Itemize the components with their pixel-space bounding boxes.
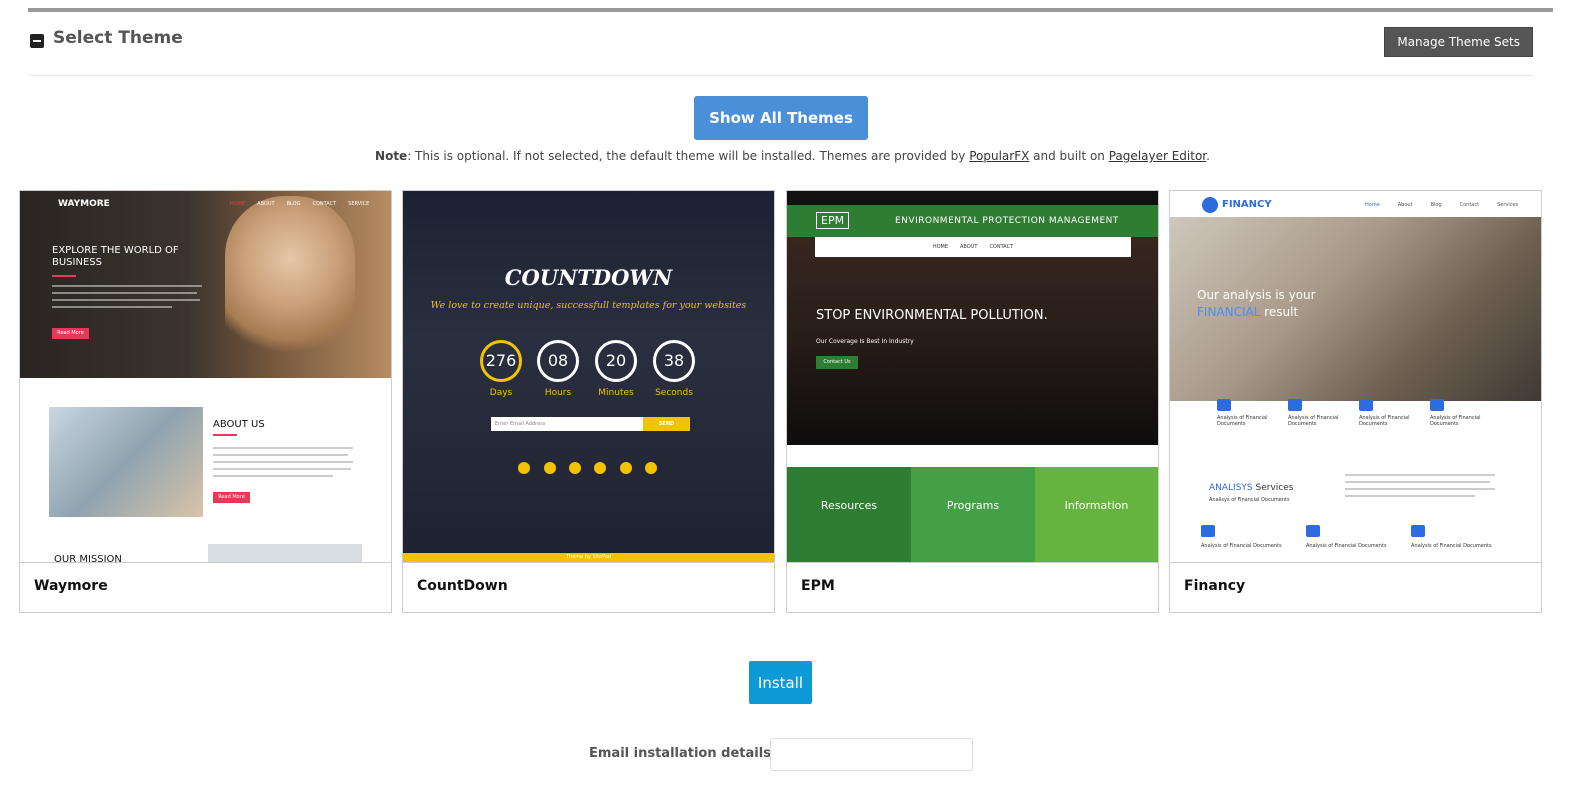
email-installation-label: Email installation details to : [589,746,801,761]
theme-name[interactable]: CountDown [417,578,508,594]
theme-preview-countdown[interactable]: COUNTDOWN We love to create unique, succ… [403,191,774,562]
install-button[interactable]: Install [749,661,812,704]
optional-note: Note: This is optional. If not selected,… [0,149,1585,163]
theme-preview-epm[interactable]: EPM ENVIRONMENTAL PROTECTION MANAGEMENT … [787,191,1158,562]
collapse-icon[interactable] [30,34,44,48]
theme-name[interactable]: EPM [801,578,835,594]
email-installation-input[interactable] [770,738,973,771]
top-rule [28,8,1553,12]
note-text-2: and built on [1029,149,1109,163]
theme-card-countdown[interactable]: COUNTDOWN We love to create unique, succ… [402,190,775,613]
popularfx-link[interactable]: PopularFX [969,149,1029,163]
theme-preview-waymore[interactable]: WAYMORE HOME ABOUT BLOG CONTACT SERVICE … [20,191,391,562]
pagelayer-link[interactable]: Pagelayer Editor [1109,149,1206,163]
select-theme-header: Select Theme Manage Theme Sets [28,27,1533,76]
theme-name[interactable]: Financy [1184,578,1245,594]
note-text-3: . [1206,149,1210,163]
page-title: Select Theme [53,28,183,48]
theme-preview-financy[interactable]: FINANCY Home About Blog Contact Services… [1170,191,1541,562]
note-label: Note [375,149,408,163]
note-text-1: : This is optional. If not selected, the… [407,149,970,163]
theme-name[interactable]: Waymore [34,578,108,594]
theme-card-waymore[interactable]: WAYMORE HOME ABOUT BLOG CONTACT SERVICE … [19,190,392,613]
theme-card-epm[interactable]: EPM ENVIRONMENTAL PROTECTION MANAGEMENT … [786,190,1159,613]
show-all-themes-button[interactable]: Show All Themes [694,96,868,140]
manage-theme-sets-button[interactable]: Manage Theme Sets [1384,27,1533,57]
theme-card-financy[interactable]: FINANCY Home About Blog Contact Services… [1169,190,1542,613]
